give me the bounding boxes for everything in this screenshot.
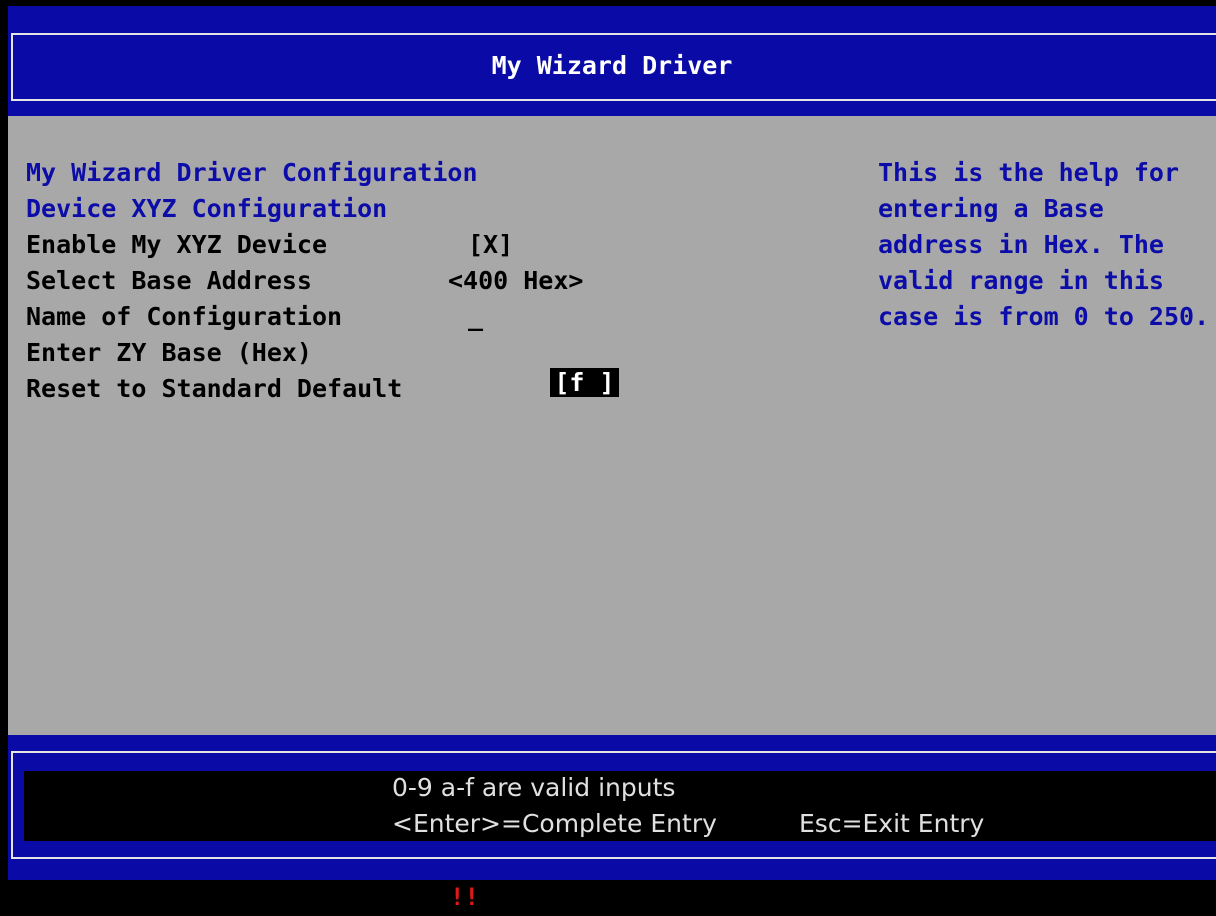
help-text-line: entering a Base [878,194,1104,223]
zy-base-label[interactable]: Enter ZY Base (Hex) [26,338,312,368]
base-address-select[interactable]: <400 Hex> [448,266,583,296]
config-name-label[interactable]: Name of Configuration [26,302,342,332]
enter-key-hint: <Enter>=Complete Entry [392,809,717,838]
section-title: My Wizard Driver Configuration [26,158,478,187]
status-strip: !! [0,880,1216,916]
config-name-input[interactable]: _ [468,302,483,332]
bios-setup-screen: My Wizard Driver My Wizard Driver Config… [0,0,1216,916]
zy-base-input-value[interactable]: [f ] [550,368,619,397]
valid-inputs-hint: 0-9 a-f are valid inputs [392,773,676,802]
enable-device-checkbox[interactable]: [X] [468,230,513,260]
help-text-line: address in Hex. The [878,230,1164,259]
page-title: My Wizard Driver [491,51,733,80]
header-bar: My Wizard Driver [8,6,1216,116]
help-text-line: case is from 0 to 250. [878,302,1210,331]
base-address-label[interactable]: Select Base Address [26,266,312,296]
alert-indicator: !! [450,883,479,911]
enable-device-label[interactable]: Enable My XYZ Device [26,230,327,260]
footer-hint-panel: 0-9 a-f are valid inputs <Enter>=Complet… [24,771,1216,841]
help-text-line: This is the help for [878,158,1180,187]
subsection-title: Device XYZ Configuration [26,194,388,223]
form-panel: My Wizard Driver Configuration Device XY… [8,116,1216,735]
esc-key-hint: Esc=Exit Entry [799,809,985,838]
zy-base-input[interactable]: [f ] [460,338,619,428]
help-text-line: valid range in this [878,266,1164,295]
reset-default-action[interactable]: Reset to Standard Default [26,374,402,404]
footer-bar: 0-9 a-f are valid inputs <Enter>=Complet… [8,735,1216,880]
